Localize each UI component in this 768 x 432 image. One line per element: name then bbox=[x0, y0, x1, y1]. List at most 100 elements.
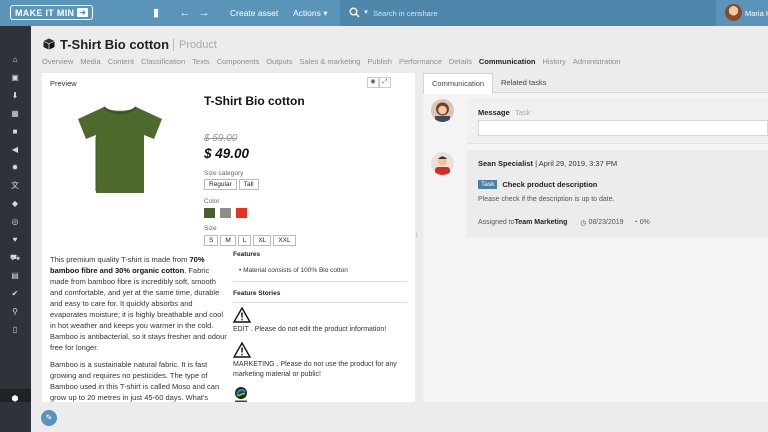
warning-icon bbox=[232, 341, 252, 358]
search-icon[interactable]: ⚲ bbox=[9, 306, 21, 318]
size-category-option[interactable]: Regular bbox=[204, 179, 237, 190]
feature-story-text: MARKETING . Please do not use the produc… bbox=[233, 361, 397, 378]
size-option[interactable]: XXL bbox=[273, 235, 296, 246]
task-description: Please check if the description is up to… bbox=[478, 196, 615, 203]
size-category-option[interactable]: Tall bbox=[238, 179, 259, 190]
tab-media[interactable]: Media bbox=[80, 57, 100, 66]
task-progress: 0% bbox=[639, 219, 650, 226]
avatar bbox=[431, 152, 454, 175]
gear-icon[interactable]: ✹ bbox=[9, 162, 21, 174]
calendar-icon[interactable]: ▦ bbox=[9, 108, 21, 120]
panel-resize-handle[interactable]: ⁞ bbox=[416, 233, 418, 239]
size-category-label: Size category bbox=[204, 170, 244, 177]
actions-label: Actions bbox=[293, 8, 321, 18]
sidebar-toggle-icon[interactable]: ▮ bbox=[150, 7, 162, 19]
tab-history[interactable]: History bbox=[543, 57, 566, 66]
tab-content[interactable]: Content bbox=[108, 57, 134, 66]
tab-outputs[interactable]: Outputs bbox=[266, 57, 292, 66]
inbox-icon[interactable]: ▣ bbox=[9, 72, 21, 84]
assigned-to[interactable]: Team Marketing bbox=[515, 219, 568, 227]
current-price: $ 49.00 bbox=[204, 146, 250, 161]
task-row: Task Check product description bbox=[478, 180, 597, 189]
home-icon[interactable]: ⌂ bbox=[9, 54, 21, 66]
app-logo[interactable]: MAKE IT MIN ➜ bbox=[10, 5, 94, 20]
color-swatch[interactable] bbox=[236, 208, 247, 218]
tab-texts[interactable]: Texts bbox=[192, 57, 210, 66]
color-swatch[interactable] bbox=[204, 208, 215, 218]
message-post: Sean Specialist | April 29, 2019, 3:37 P… bbox=[467, 150, 768, 237]
old-price: $ 59.00 bbox=[204, 133, 238, 144]
size-option[interactable]: XL bbox=[253, 235, 272, 246]
sidebar: ⌂ ▣ ⬇ ▦ ■ ◀ ✹ 文 ◆ ◎ ♥ ⛟ ▤ ✔ ⚲ ▯ ⬢ bbox=[0, 26, 31, 432]
back-arrow-icon[interactable]: ← bbox=[179, 7, 191, 19]
actions-menu-button[interactable]: Actions ▾ bbox=[293, 8, 328, 19]
post-author[interactable]: Sean Specialist bbox=[478, 159, 533, 168]
forward-arrow-icon[interactable]: → bbox=[198, 7, 210, 19]
chevron-down-icon[interactable]: ▾ bbox=[360, 7, 372, 19]
asset-type: Product bbox=[173, 39, 217, 51]
preview-controls: ◉ ⤢ bbox=[367, 77, 391, 88]
search-bar[interactable]: ▾ Search in censhare bbox=[340, 0, 716, 26]
size-label: Size bbox=[204, 225, 217, 232]
due-date: 08/23/2019 bbox=[588, 219, 624, 226]
tab-sales-marketing[interactable]: Sales & marketing bbox=[299, 57, 360, 66]
avatar bbox=[431, 99, 454, 122]
asset-tabs: Overview Media Content Classification Te… bbox=[42, 57, 627, 66]
create-asset-button[interactable]: Create asset bbox=[230, 8, 278, 18]
user-name: Maria K bbox=[745, 9, 768, 18]
tab-performance[interactable]: Performance bbox=[399, 57, 442, 66]
tab-administration[interactable]: Administration bbox=[573, 57, 621, 66]
trash-icon[interactable]: ▯ bbox=[9, 324, 21, 336]
feature-story: EDIT . Please do not edit the product in… bbox=[232, 303, 407, 335]
product-description: This premium quality T-shirt is made fro… bbox=[50, 254, 228, 403]
task-badge: Task bbox=[478, 180, 498, 189]
tab-communication-panel[interactable]: Communication bbox=[423, 73, 494, 94]
download-icon[interactable]: ⬇ bbox=[9, 90, 21, 102]
tab-components[interactable]: Components bbox=[217, 57, 260, 66]
task-title[interactable]: Check product description bbox=[502, 180, 597, 189]
feature-item: • Material consists of 100% Bio cotton bbox=[239, 267, 348, 274]
message-tab[interactable]: Message bbox=[478, 108, 510, 117]
size-option[interactable]: M bbox=[220, 235, 236, 246]
translate-icon[interactable]: 文 bbox=[9, 180, 21, 192]
tab-overview[interactable]: Overview bbox=[42, 57, 73, 66]
sidebar-footer bbox=[0, 402, 31, 432]
shopping-cart-icon[interactable]: ⛟ bbox=[9, 252, 21, 264]
heart-icon[interactable]: ♥ bbox=[9, 234, 21, 246]
features-section: Features • Material consists of 100% Bio… bbox=[232, 251, 407, 403]
message-input[interactable] bbox=[478, 120, 768, 136]
clock-icon: ◷ bbox=[580, 220, 587, 227]
feature-stories-heading: Feature Stories bbox=[233, 290, 281, 297]
tab-classification[interactable]: Classification bbox=[141, 57, 185, 66]
post-header: Sean Specialist | April 29, 2019, 3:37 P… bbox=[478, 159, 617, 168]
color-swatches bbox=[204, 208, 250, 218]
size-option[interactable]: S bbox=[204, 235, 219, 246]
compass-icon[interactable]: ◎ bbox=[9, 216, 21, 228]
expand-icon[interactable]: ⤢ bbox=[379, 77, 391, 88]
briefcase-icon[interactable]: ■ bbox=[9, 126, 21, 138]
pin-icon[interactable]: ✎ bbox=[41, 410, 57, 426]
task-tab[interactable]: Task bbox=[515, 108, 530, 117]
color-swatch[interactable] bbox=[220, 208, 231, 218]
tag-icon[interactable]: ◆ bbox=[9, 198, 21, 210]
warning-icon bbox=[232, 306, 252, 323]
color-label: Color bbox=[204, 198, 220, 205]
tab-details[interactable]: Details bbox=[449, 57, 472, 66]
document-icon[interactable]: ▤ bbox=[9, 270, 21, 282]
preview-panel: Preview ◉ ⤢ T-Shirt Bio cotton $ 59.00 $… bbox=[42, 73, 415, 403]
post-date: | April 29, 2019, 3:37 PM bbox=[533, 159, 618, 168]
size-option[interactable]: L bbox=[237, 235, 252, 246]
search-input[interactable]: Search in censhare bbox=[373, 9, 438, 18]
tab-publish[interactable]: Publish bbox=[367, 57, 392, 66]
tab-related-tasks[interactable]: Related tasks bbox=[493, 73, 554, 93]
search-icon bbox=[348, 7, 360, 19]
check-icon[interactable]: ✔ bbox=[9, 288, 21, 300]
tshirt-image bbox=[78, 106, 162, 193]
logo-text: MAKE IT MIN bbox=[15, 7, 75, 18]
description-paragraph: Bamboo is a sustainable natural fabric. … bbox=[50, 360, 220, 402]
tab-communication[interactable]: Communication bbox=[479, 57, 536, 66]
task-meta: Assigned to Team Marketing ◷ 08/23/2019 … bbox=[478, 219, 650, 227]
user-menu[interactable]: Maria K bbox=[716, 0, 768, 26]
megaphone-icon[interactable]: ◀ bbox=[9, 144, 21, 156]
eye-icon[interactable]: ◉ bbox=[367, 77, 379, 88]
